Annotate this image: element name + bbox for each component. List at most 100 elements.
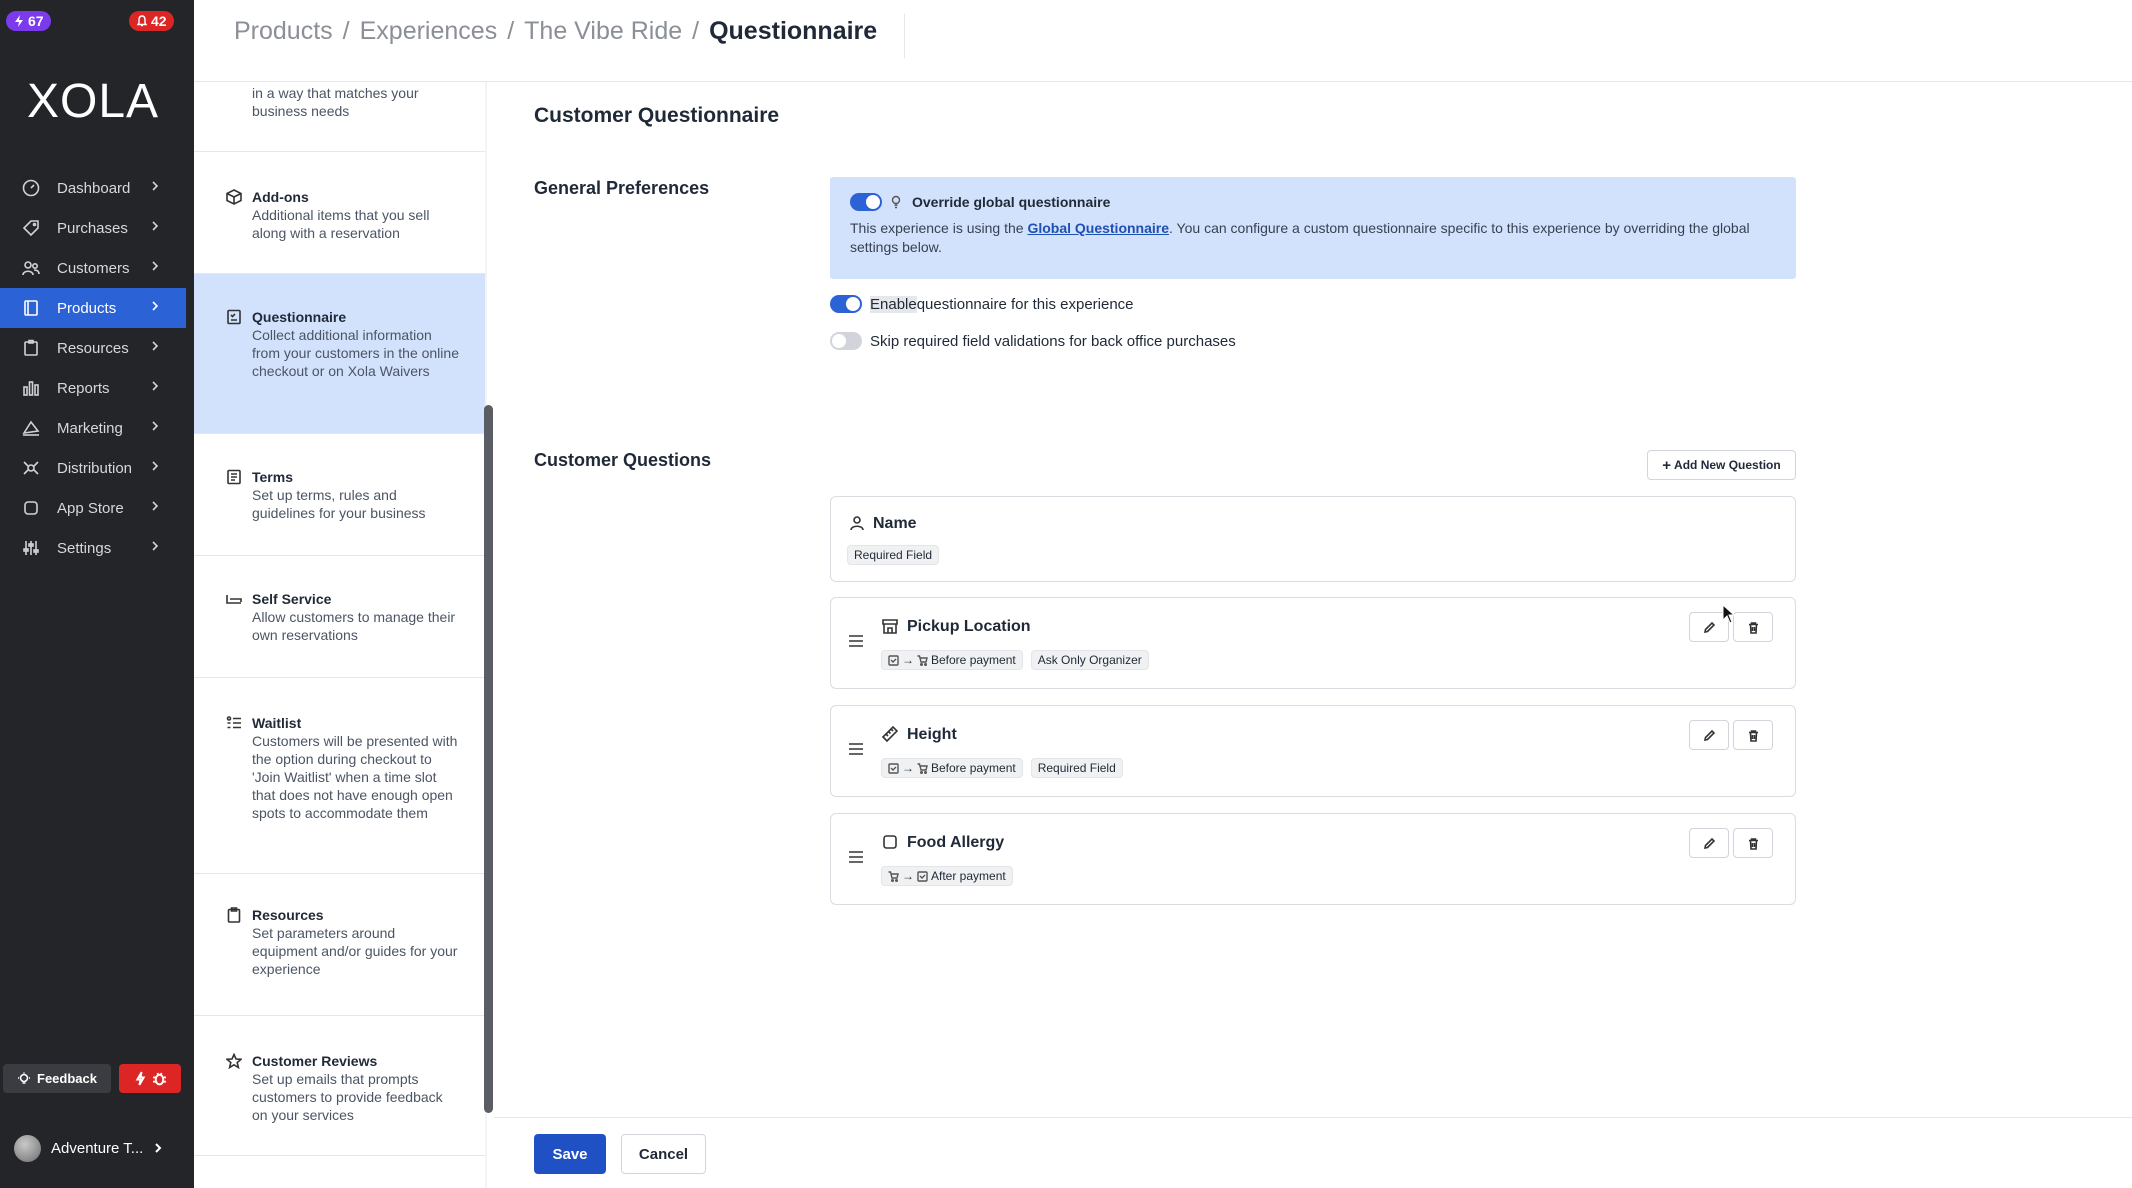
- bolt-icon: [15, 15, 23, 27]
- save-button[interactable]: Save: [534, 1134, 606, 1174]
- override-global-toggle[interactable]: [850, 193, 882, 211]
- products-icon: [24, 300, 38, 316]
- main-content: Customer Questionnaire General Preferenc…: [494, 82, 2132, 1110]
- lightbulb-icon: [18, 1072, 30, 1084]
- breadcrumb-experiences[interactable]: Experiences: [360, 17, 498, 46]
- cart-icon: [917, 762, 928, 774]
- trash-icon: [1748, 621, 1758, 634]
- subnav-item-title: Self Service: [252, 591, 332, 607]
- nav-item-dashboard[interactable]: Dashboard: [0, 168, 186, 208]
- cart-icon: [888, 870, 899, 882]
- bug-icon: [153, 1072, 166, 1086]
- question-card-food-allergy[interactable]: Food Allergy → After payment: [830, 813, 1796, 905]
- arrow-right-icon: →: [902, 869, 914, 883]
- timing-tag: → Before payment: [881, 650, 1023, 670]
- tag-label: Required Field: [1037, 761, 1116, 775]
- subnav-item-desc: Allow customers to manage their own rese…: [252, 609, 456, 643]
- override-global-label: Override global questionnaire: [912, 194, 1111, 210]
- account-menu[interactable]: Adventure T...: [14, 1134, 184, 1162]
- breadcrumb-separator: /: [507, 17, 515, 45]
- subnav-item-self-service[interactable]: Self Service Allow customers to manage t…: [194, 556, 485, 678]
- question-card-height[interactable]: Height → Before payment Required Field: [830, 705, 1796, 797]
- nav-item-distribution[interactable]: Distribution: [0, 448, 186, 488]
- breadcrumb-experience[interactable]: The Vibe Ride: [524, 17, 682, 46]
- pencil-icon: [1703, 621, 1715, 633]
- delete-question-button[interactable]: [1733, 720, 1773, 750]
- edit-question-button[interactable]: [1689, 828, 1729, 858]
- nav-item-marketing[interactable]: Marketing: [0, 408, 186, 448]
- clipboard-icon: [227, 907, 241, 923]
- cart-icon: [917, 654, 928, 666]
- purchases-icon: [22, 220, 39, 237]
- subnav-item-desc: Collect additional information from your…: [252, 327, 459, 379]
- enable-highlight-text: Enable: [870, 295, 917, 313]
- arrow-right-icon: →: [902, 653, 914, 667]
- customer-questions-label: Customer Questions: [534, 450, 712, 470]
- nav-item-customers[interactable]: Customers: [0, 248, 186, 288]
- subnav-item-desc: Set parameters around equipment and/or g…: [252, 925, 458, 977]
- nav-label: Reports: [57, 379, 110, 397]
- skip-validations-row: Skip required field validations for back…: [830, 332, 1236, 350]
- document-icon: [227, 469, 241, 485]
- nav-item-reports[interactable]: Reports: [0, 368, 186, 408]
- subnav-item-desc: Additional items that you sell along wit…: [252, 207, 430, 241]
- breadcrumb-products[interactable]: Products: [234, 17, 333, 46]
- nav-item-settings[interactable]: Settings: [0, 528, 186, 568]
- resources-icon: [24, 339, 38, 356]
- nav-label: Customers: [57, 259, 130, 277]
- drag-handle-icon[interactable]: [849, 635, 863, 647]
- add-new-question-label: Add New Question: [1674, 458, 1781, 472]
- timing-tag: → Before payment: [881, 758, 1023, 778]
- nav-item-products[interactable]: Products: [0, 288, 186, 328]
- delete-question-button[interactable]: [1733, 612, 1773, 642]
- global-questionnaire-link[interactable]: Global Questionnaire: [1027, 220, 1169, 236]
- edit-question-button[interactable]: [1689, 720, 1729, 750]
- delete-question-button[interactable]: [1733, 828, 1773, 858]
- subnav-item-customer-reviews[interactable]: Customer Reviews Set up emails that prom…: [194, 1016, 485, 1156]
- mouse-cursor-icon: [1722, 604, 1736, 624]
- feedback-button[interactable]: Feedback: [3, 1064, 111, 1093]
- subnav-item-desc: Set up terms, rules and guidelines for y…: [252, 487, 426, 521]
- add-new-question-button[interactable]: + Add New Question: [1647, 450, 1796, 480]
- question-card-name[interactable]: Name Required Field: [830, 496, 1796, 582]
- report-bug-button[interactable]: [119, 1064, 181, 1093]
- subnav-item-add-ons[interactable]: Add-ons Additional items that you sell a…: [194, 152, 485, 274]
- nav-item-resources[interactable]: Resources: [0, 328, 186, 368]
- questionnaire-icon: [227, 309, 241, 325]
- alerts-badge[interactable]: 42: [129, 11, 174, 31]
- subnav-item-desc: Customers will be presented with the opt…: [252, 733, 458, 821]
- reports-icon: [23, 381, 39, 396]
- drag-handle-icon[interactable]: [849, 743, 863, 755]
- chevron-right-icon: [152, 501, 159, 511]
- subnav-item-questionnaire[interactable]: Questionnaire Collect additional informa…: [194, 274, 485, 434]
- subnav-scrollbar-thumb[interactable]: [484, 405, 493, 1113]
- breadcrumb-current: Questionnaire: [709, 17, 878, 45]
- nav-label: App Store: [57, 499, 124, 517]
- subnav-item-title: Questionnaire: [252, 309, 347, 325]
- question-card-pickup-location[interactable]: Pickup Location → Before payment Ask Onl…: [830, 597, 1796, 689]
- enable-questionnaire-toggle[interactable]: [830, 295, 862, 313]
- subnav-item-resources[interactable]: Resources Set parameters around equipmen…: [194, 874, 485, 1016]
- nav-item-purchases[interactable]: Purchases: [0, 208, 186, 248]
- xola-logo[interactable]: XOLA: [0, 74, 186, 129]
- skip-validations-toggle[interactable]: [830, 332, 862, 350]
- nav-item-app-store[interactable]: App Store: [0, 488, 186, 528]
- store-icon: [882, 619, 898, 634]
- subnav-item-terms[interactable]: Terms Set up terms, rules and guidelines…: [194, 434, 485, 556]
- timing-label: After payment: [931, 869, 1006, 883]
- question-title: Name: [873, 515, 917, 532]
- lightbulb-icon: [891, 195, 901, 209]
- form-icon: [888, 654, 899, 666]
- marketing-icon: [22, 420, 40, 436]
- subnav-item-title: Terms: [252, 469, 293, 485]
- tag-label: Ask Only Organizer: [1037, 653, 1142, 667]
- subnav-item-partial[interactable]: in a way that matches your business need…: [194, 82, 485, 152]
- enable-questionnaire-label: questionnaire for this experience: [916, 295, 1134, 313]
- notification-badge-purple[interactable]: 67: [6, 11, 51, 31]
- drag-handle-icon[interactable]: [849, 851, 863, 863]
- trash-icon: [1748, 729, 1758, 742]
- nav-label: Products: [57, 299, 117, 317]
- cancel-button[interactable]: Cancel: [621, 1134, 706, 1174]
- subnav-item-waitlist[interactable]: Waitlist Customers will be presented wit…: [194, 678, 485, 874]
- account-name: Adventure T...: [51, 1139, 144, 1157]
